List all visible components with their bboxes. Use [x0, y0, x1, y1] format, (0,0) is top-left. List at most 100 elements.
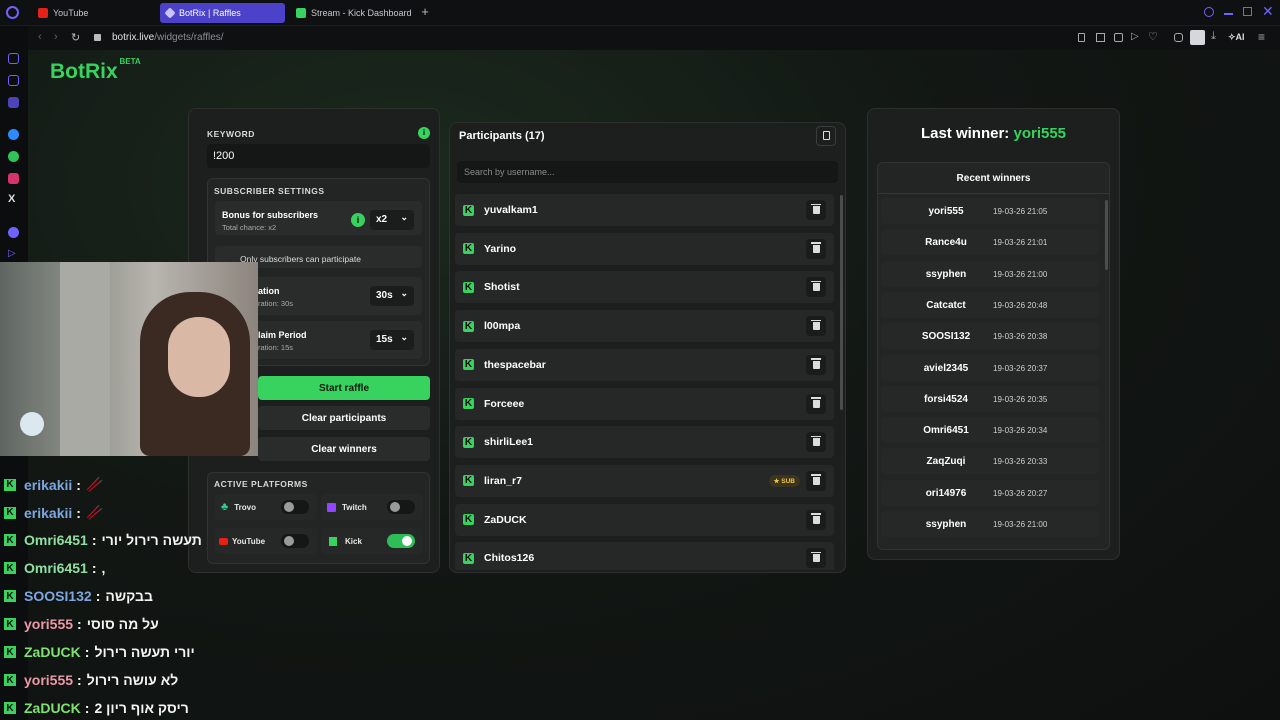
- calendar-icon[interactable]: [8, 75, 19, 86]
- claim-subtitle: ration: 15s: [258, 343, 294, 352]
- instagram-icon[interactable]: [8, 173, 19, 184]
- twitch-toggle[interactable]: [387, 500, 415, 514]
- botrix-icon: [164, 7, 176, 19]
- remove-participant-button[interactable]: [806, 548, 826, 569]
- winner-row: Catcatct 19-03-26 20:48: [881, 291, 1099, 318]
- platform-label: Kick: [345, 536, 362, 546]
- chat-message: K ZaDUCK: יורי תעשה רירול: [4, 644, 195, 660]
- chevron-down-icon: ⌄: [400, 332, 408, 342]
- tab-kick-dashboard[interactable]: Stream - Kick Dashboard: [290, 3, 415, 23]
- bonus-title: Bonus for subscribers: [222, 210, 319, 220]
- info-icon[interactable]: i: [418, 127, 430, 139]
- kick-icon: K: [463, 243, 474, 255]
- winner-row: ori14976 19-03-26 20:27: [881, 479, 1099, 506]
- notes-icon[interactable]: [8, 97, 19, 108]
- copy-icon[interactable]: [816, 126, 836, 146]
- duration-value: 30s: [376, 290, 393, 301]
- webcam-door: [60, 262, 110, 456]
- shield-icon[interactable]: [1114, 33, 1123, 42]
- mail-icon[interactable]: [8, 53, 19, 64]
- participant-search-input[interactable]: Search by username...: [457, 161, 838, 183]
- winner-date: 19-03-26 20:38: [993, 332, 1048, 342]
- start-raffle-button[interactable]: Start raffle: [258, 376, 430, 400]
- kick-toggle[interactable]: [387, 534, 415, 548]
- twitch-icon: [327, 502, 336, 512]
- participant-name: Forceee: [484, 397, 525, 410]
- bonus-select[interactable]: x2 ⌄: [370, 210, 414, 230]
- extensions-icon[interactable]: [1174, 33, 1183, 42]
- keyword-input[interactable]: !200: [207, 144, 430, 168]
- subscriber-settings-label: SUBSCRIBER SETTINGS: [214, 186, 325, 196]
- remove-participant-button[interactable]: [806, 470, 826, 491]
- remove-participant-button[interactable]: [806, 277, 826, 298]
- browser-menu-icon[interactable]: [6, 6, 19, 19]
- send-icon[interactable]: ▷: [8, 248, 16, 259]
- winner-row: Rance4u 19-03-26 21:01: [881, 229, 1099, 256]
- messenger-icon[interactable]: [8, 129, 19, 140]
- winner-row: Omri6451 19-03-26 20:34: [881, 417, 1099, 444]
- maximize-icon[interactable]: [1243, 7, 1252, 16]
- chevron-down-icon: ⌄: [400, 212, 408, 222]
- remove-participant-button[interactable]: [806, 238, 826, 259]
- participants-scrollbar[interactable]: [840, 195, 843, 410]
- tab-youtube[interactable]: YouTube: [32, 3, 154, 23]
- browser-tab-bar: YouTube BotRix | Raffles Stream - Kick D…: [0, 0, 1280, 26]
- winners-scrollbar[interactable]: [1105, 200, 1108, 270]
- remove-participant-button[interactable]: [806, 509, 826, 530]
- kick-icon: K: [4, 618, 16, 630]
- heart-icon[interactable]: ♡: [1148, 30, 1158, 43]
- tab-botrix-raffles[interactable]: BotRix | Raffles: [160, 3, 285, 23]
- chat-username: erikakii: [24, 476, 73, 493]
- ai-button[interactable]: ✧AI: [1228, 32, 1245, 43]
- clear-participants-button[interactable]: Clear participants: [258, 406, 430, 430]
- duration-subtitle: ration: 30s: [258, 299, 294, 308]
- participant-name: yuvalkam1: [484, 204, 538, 216]
- url-field[interactable]: botrix.live/widgets/raffles/: [112, 32, 224, 43]
- winner-date: 19-03-26 21:01: [993, 238, 1048, 248]
- remove-participant-button[interactable]: [806, 316, 826, 337]
- participant-row: Kthespacebar: [455, 348, 834, 381]
- only-subs-label: Only subscribers can participate: [240, 254, 361, 264]
- minimize-icon[interactable]: [1224, 13, 1233, 15]
- forward-icon[interactable]: ›: [54, 31, 58, 43]
- chat-text: יורי תעשה רירול: [94, 644, 195, 660]
- remove-participant-button[interactable]: [806, 354, 826, 375]
- winner-name: SOOSI132: [921, 331, 971, 343]
- whatsapp-icon[interactable]: [8, 151, 19, 162]
- spotify-icon[interactable]: [8, 227, 19, 238]
- winner-date: 19-03-26 21:00: [993, 269, 1048, 279]
- chat-text: 🥢: [85, 476, 104, 492]
- kick-icon: [296, 8, 306, 18]
- reload-icon[interactable]: ↻: [71, 31, 80, 44]
- play-icon[interactable]: ▷: [1131, 31, 1139, 42]
- search-icon[interactable]: [1204, 7, 1214, 17]
- remove-participant-button[interactable]: [806, 200, 826, 220]
- last-winner: Last winner: yori555: [867, 125, 1120, 142]
- x-icon[interactable]: X: [8, 193, 15, 205]
- pin-icon[interactable]: [1078, 33, 1085, 42]
- chat-username: ZaDUCK: [24, 644, 81, 660]
- webcam-flower: [20, 412, 44, 436]
- remove-participant-button[interactable]: [806, 432, 826, 453]
- botrix-logo[interactable]: BotRix BETA: [50, 57, 145, 84]
- chat-text: בבקשה: [105, 588, 153, 604]
- kick-icon: K: [4, 506, 16, 519]
- download-icon[interactable]: ⤓: [1211, 30, 1216, 43]
- close-icon[interactable]: ✕: [1262, 3, 1274, 20]
- bonus-info-icon[interactable]: i: [351, 213, 365, 227]
- participant-row: K Forceee: [455, 387, 834, 420]
- duration-title: ation: [258, 286, 280, 296]
- winner-name: Omri6451: [923, 425, 969, 437]
- new-tab-button[interactable]: +: [418, 5, 432, 19]
- kick-icon: K: [4, 590, 16, 602]
- duration-select[interactable]: 30s ⌄: [370, 286, 414, 306]
- remove-participant-button[interactable]: [806, 393, 826, 414]
- back-icon[interactable]: ‹: [38, 31, 42, 43]
- claim-select[interactable]: 15s ⌄: [370, 330, 414, 350]
- participant-row: Kliran_r7 ★ SUB: [455, 464, 834, 497]
- screenshot-icon[interactable]: [1096, 33, 1105, 42]
- menu-icon[interactable]: ≡: [1258, 30, 1265, 44]
- winner-name: ssyphen: [925, 519, 967, 530]
- chat-text: על מה סוסי: [86, 616, 159, 632]
- avatar[interactable]: [1190, 30, 1205, 45]
